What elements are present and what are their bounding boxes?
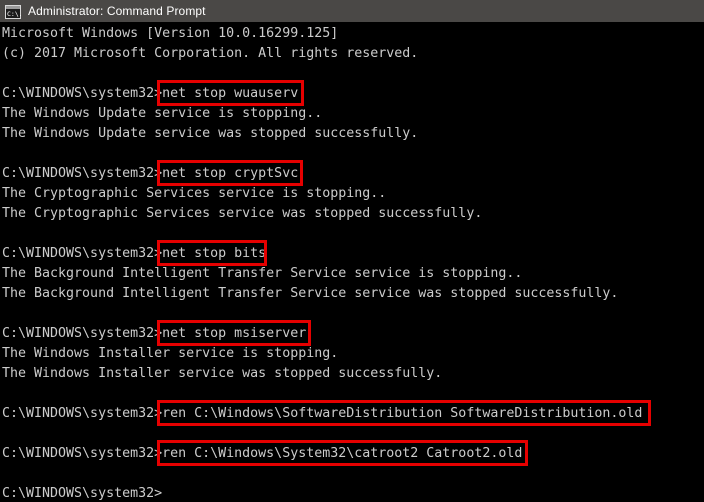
- console-line-cmd-6: C:\WINDOWS\system32>ren C:\Windows\Syste…: [2, 446, 523, 461]
- console-line-out-2b: The Cryptographic Services service was s…: [2, 206, 483, 221]
- console-line-out-4a: The Windows Installer service is stoppin…: [2, 346, 339, 361]
- console-output-area[interactable]: Microsoft Windows [Version 10.0.16299.12…: [0, 22, 704, 502]
- console-line-banner-version: Microsoft Windows [Version 10.0.16299.12…: [2, 26, 339, 41]
- console-line-out-4b: The Windows Installer service was stoppe…: [2, 366, 443, 381]
- console-line-out-1a: The Windows Update service is stopping..: [2, 106, 323, 121]
- window-title: Administrator: Command Prompt: [28, 4, 206, 18]
- console-line-cmd-5: C:\WINDOWS\system32>ren C:\Windows\Softw…: [2, 406, 643, 421]
- console-line-cmd-4: C:\WINDOWS\system32>net stop msiserver: [2, 326, 307, 341]
- console-line-cmd-3: C:\WINDOWS\system32>net stop bits: [2, 246, 267, 261]
- console-line-cmd-1: C:\WINDOWS\system32>net stop wuauserv: [2, 86, 299, 101]
- console-line-out-3a: The Background Intelligent Transfer Serv…: [2, 266, 523, 281]
- console-line-prompt-final: C:\WINDOWS\system32>: [2, 486, 163, 501]
- console-line-cmd-2: C:\WINDOWS\system32>net stop cryptSvc: [2, 166, 299, 181]
- console-line-out-1b: The Windows Update service was stopped s…: [2, 126, 419, 141]
- console-line-out-3b: The Background Intelligent Transfer Serv…: [2, 286, 619, 301]
- svg-text:C:\.: C:\.: [7, 10, 21, 18]
- console-line-out-2a: The Cryptographic Services service is st…: [2, 186, 387, 201]
- command-prompt-icon: C:\.: [5, 4, 23, 19]
- command-prompt-window: C:\. Administrator: Command Prompt Micro…: [0, 0, 704, 502]
- titlebar[interactable]: C:\. Administrator: Command Prompt: [0, 0, 704, 22]
- console-line-banner-copyright: (c) 2017 Microsoft Corporation. All righ…: [2, 46, 419, 61]
